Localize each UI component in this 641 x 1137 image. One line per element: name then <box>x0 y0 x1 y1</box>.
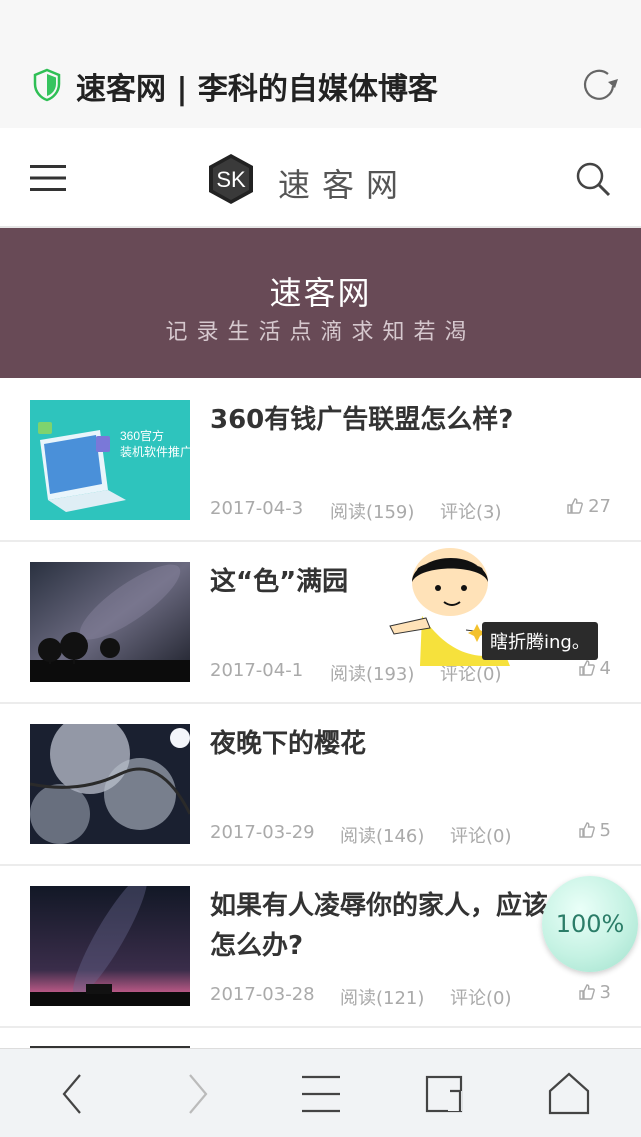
zoom-level-button[interactable]: 100% <box>542 876 638 972</box>
tabs-icon[interactable] <box>420 1069 470 1119</box>
post-item[interactable]: 如果有人凌辱你的家人，应该怎么办? 2017-03-28 阅读(121) 评论(… <box>0 866 641 1028</box>
post-item[interactable]: 360官方 装机软件推广 360有钱广告联盟怎么样? 2017-04-3 阅读(… <box>0 380 641 542</box>
post-thumbnail[interactable] <box>30 562 190 682</box>
shield-check-icon <box>33 68 61 102</box>
post-likes[interactable]: 5 <box>578 820 611 841</box>
post-reads: 阅读(159) <box>330 502 415 523</box>
post-reads: 阅读(146) <box>340 826 425 847</box>
back-icon[interactable] <box>48 1069 98 1119</box>
banner-title: 速客网 <box>269 274 372 312</box>
post-title[interactable]: 夜晚下的樱花 <box>210 724 570 764</box>
post-title[interactable]: 360有钱广告联盟怎么样? <box>210 400 570 440</box>
post-item[interactable]: 夜晚下的樱花 2017-03-29 阅读(146) 评论(0) 5 <box>0 704 641 866</box>
hamburger-menu-icon[interactable] <box>30 164 66 192</box>
logo-mark: SK <box>216 167 246 192</box>
search-icon[interactable] <box>574 160 612 198</box>
post-date: 2017-04-1 <box>210 660 304 681</box>
thumb-text-1: 360官方 <box>120 428 164 443</box>
mascot-speech-bubble: 瞎折腾ing。 <box>482 622 598 660</box>
post-comments[interactable]: 评论(0) <box>450 822 512 848</box>
post-likes-count: 5 <box>599 820 611 841</box>
page-title[interactable]: 速客网 | 李科的自媒体博客 <box>76 64 438 108</box>
laptop-illustration: 360官方 装机软件推广 <box>30 400 190 520</box>
post-date: 2017-04-3 <box>210 498 304 519</box>
post-date: 2017-03-28 <box>210 984 315 1005</box>
cherry-blossom-night-image <box>30 724 190 844</box>
browser-toolbar <box>0 1048 641 1137</box>
post-reads: 阅读(121) <box>340 988 425 1009</box>
post-comments[interactable]: 评论(0) <box>450 984 512 1010</box>
menu-icon[interactable] <box>296 1069 346 1119</box>
thumbs-up-icon <box>567 498 583 514</box>
site-header: SK 速客网 <box>0 128 641 228</box>
post-likes-count: 27 <box>588 496 611 517</box>
thumbs-up-icon <box>578 822 595 838</box>
browser-title-bar: 速客网 | 李科的自媒体博客 <box>0 0 641 128</box>
banner-subtitle: 记录生活点滴求知若渴 <box>165 320 476 345</box>
post-likes[interactable]: 3 <box>578 982 611 1003</box>
thumbs-up-icon <box>578 984 595 1000</box>
milky-way-trees-image <box>30 562 190 682</box>
reload-icon[interactable] <box>578 64 620 106</box>
post-thumbnail[interactable]: 360官方 装机软件推广 <box>30 400 190 520</box>
post-thumbnail[interactable] <box>30 724 190 844</box>
post-title[interactable]: 如果有人凌辱你的家人，应该怎么办? <box>210 886 570 966</box>
post-comments[interactable]: 评论(3) <box>440 498 502 524</box>
home-icon[interactable] <box>544 1069 594 1119</box>
post-thumbnail[interactable] <box>30 886 190 1006</box>
post-date: 2017-03-29 <box>210 822 315 843</box>
milky-way-horizon-image <box>30 886 190 1006</box>
thumb-text-2: 装机软件推广 <box>120 445 190 459</box>
forward-icon[interactable] <box>172 1069 222 1119</box>
post-likes-count: 3 <box>599 982 611 1003</box>
logo-hexagon-icon: SK <box>209 154 253 204</box>
post-likes[interactable]: 27 <box>566 496 611 517</box>
site-banner: 速客网 记录生活点滴求知若渴 <box>0 228 641 378</box>
logo-text: 速客网 <box>278 166 411 204</box>
